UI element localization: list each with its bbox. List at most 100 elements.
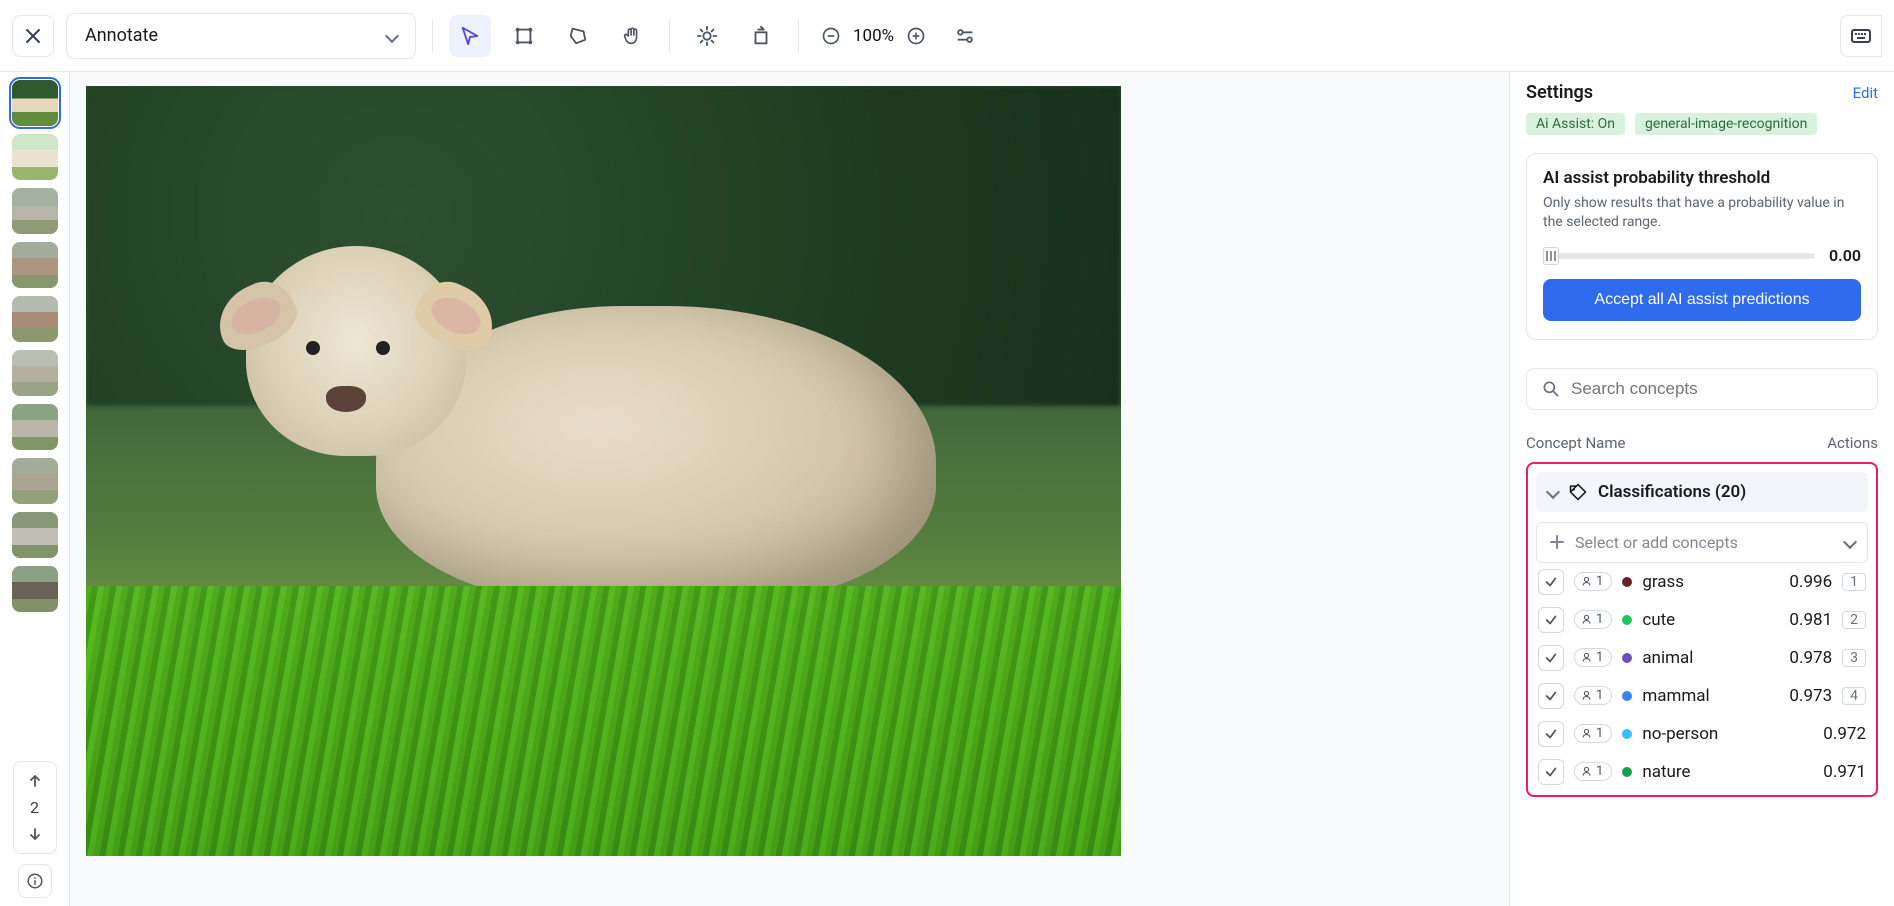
check-icon (1544, 575, 1558, 589)
thumbnail-item[interactable] (12, 458, 58, 504)
concept-row: 1 no-person 0.972 (1536, 715, 1868, 753)
user-count-badge: 1 (1574, 762, 1612, 781)
mode-select[interactable]: Annotate (66, 13, 416, 59)
zoom-level: 100% (853, 26, 894, 46)
search-icon (1541, 379, 1561, 399)
bbox-tool[interactable] (503, 15, 545, 57)
main-image[interactable] (86, 86, 1121, 856)
canvas-area[interactable] (70, 72, 1509, 906)
concept-name: animal (1642, 648, 1693, 668)
edit-settings-link[interactable]: Edit (1853, 84, 1878, 102)
thumbnail-item[interactable] (12, 134, 58, 180)
classifications-header[interactable]: Classifications (20) (1536, 472, 1868, 512)
settings-title: Settings (1526, 82, 1593, 103)
add-concept-placeholder: Select or add concepts (1575, 533, 1738, 552)
close-button[interactable] (12, 15, 54, 57)
user-count: 1 (1596, 574, 1603, 589)
search-concepts-input[interactable] (1571, 379, 1863, 399)
add-concept-select[interactable]: Select or add concepts (1536, 522, 1868, 563)
concept-row: 1 animal 0.978 3 (1536, 639, 1868, 677)
concept-row: 1 nature 0.971 (1536, 753, 1868, 791)
info-button[interactable] (18, 864, 52, 898)
right-panel: Settings Edit Ai Assist: On general-imag… (1509, 72, 1894, 906)
search-concepts-box[interactable] (1526, 368, 1878, 410)
rotate-tool[interactable] (740, 15, 782, 57)
accept-predictions-button[interactable]: Accept all AI assist predictions (1543, 279, 1861, 321)
brightness-tool[interactable] (686, 15, 728, 57)
user-count: 1 (1596, 726, 1603, 741)
pointer-tool[interactable] (449, 15, 491, 57)
accept-concept-button[interactable] (1538, 569, 1564, 595)
accept-concept-button[interactable] (1538, 759, 1564, 785)
check-icon (1544, 651, 1558, 665)
concept-color-dot (1622, 615, 1632, 625)
concept-score: 0.978 (1789, 648, 1832, 668)
concept-color-dot (1622, 729, 1632, 739)
threshold-slider[interactable] (1543, 251, 1815, 259)
zoom-out-button[interactable] (815, 20, 847, 52)
user-count-badge: 1 (1574, 610, 1612, 629)
slider-thumb[interactable] (1543, 247, 1559, 265)
shortcut-badge: 3 (1842, 649, 1866, 667)
polygon-icon (567, 25, 589, 47)
threshold-title: AI assist probability threshold (1543, 168, 1861, 188)
bbox-icon (513, 25, 535, 47)
thumbnail-item[interactable] (12, 566, 58, 612)
concept-name: mammal (1642, 686, 1709, 706)
col-actions: Actions (1827, 434, 1878, 452)
pan-tool[interactable] (611, 15, 653, 57)
check-icon (1544, 613, 1558, 627)
fit-tool[interactable] (944, 15, 986, 57)
prev-image-button[interactable] (18, 764, 52, 798)
thumbnail-item[interactable] (12, 188, 58, 234)
concepts-table-header: Concept Name Actions (1526, 434, 1878, 452)
zoom-in-button[interactable] (900, 20, 932, 52)
col-concept-name: Concept Name (1526, 434, 1625, 452)
concept-row: 1 mammal 0.973 4 (1536, 677, 1868, 715)
polygon-tool[interactable] (557, 15, 599, 57)
next-image-button[interactable] (18, 817, 52, 851)
thumbnail-item[interactable] (12, 296, 58, 342)
user-count: 1 (1596, 764, 1603, 779)
toolbar-divider (432, 19, 433, 53)
tag-icon (1568, 482, 1588, 502)
arrow-up-icon (27, 773, 43, 789)
thumbnail-item[interactable] (12, 512, 58, 558)
accept-concept-button[interactable] (1538, 721, 1564, 747)
threshold-panel: AI assist probability threshold Only sho… (1526, 153, 1878, 340)
chevron-down-icon (1843, 535, 1857, 549)
arrow-down-icon (27, 826, 43, 842)
concept-color-dot (1622, 577, 1632, 587)
concept-row: 1 cute 0.981 2 (1536, 601, 1868, 639)
keyboard-shortcuts-button[interactable] (1840, 15, 1882, 57)
accept-concept-button[interactable] (1538, 607, 1564, 633)
settings-badges: Ai Assist: On general-image-recognition (1526, 113, 1878, 135)
thumbnail-item[interactable] (12, 350, 58, 396)
thumbnail-strip: 2 (0, 72, 70, 906)
thumbnail-item[interactable] (12, 242, 58, 288)
thumbnail-item[interactable] (12, 80, 58, 126)
accept-concept-button[interactable] (1538, 683, 1564, 709)
zoom-controls: 100% (815, 20, 932, 52)
user-count-badge: 1 (1574, 648, 1612, 667)
check-icon (1544, 765, 1558, 779)
hand-icon (621, 25, 643, 47)
info-icon (26, 872, 44, 890)
accept-concept-button[interactable] (1538, 645, 1564, 671)
concept-row: 1 grass 0.996 1 (1536, 563, 1868, 601)
zoom-in-icon (906, 26, 926, 46)
threshold-desc: Only show results that have a probabilit… (1543, 194, 1861, 232)
pointer-icon (459, 25, 481, 47)
sliders-icon (954, 25, 976, 47)
concept-name: no-person (1642, 724, 1718, 744)
mode-select-label: Annotate (85, 25, 158, 46)
user-icon (1581, 766, 1592, 777)
concept-score: 0.973 (1789, 686, 1832, 706)
thumbnail-item[interactable] (12, 404, 58, 450)
strip-nav: 2 (13, 761, 57, 854)
concept-name: cute (1642, 610, 1675, 630)
close-icon (24, 27, 42, 45)
user-count: 1 (1596, 612, 1603, 627)
strip-counter: 2 (30, 798, 39, 817)
top-toolbar: Annotate 100% (0, 0, 1894, 72)
